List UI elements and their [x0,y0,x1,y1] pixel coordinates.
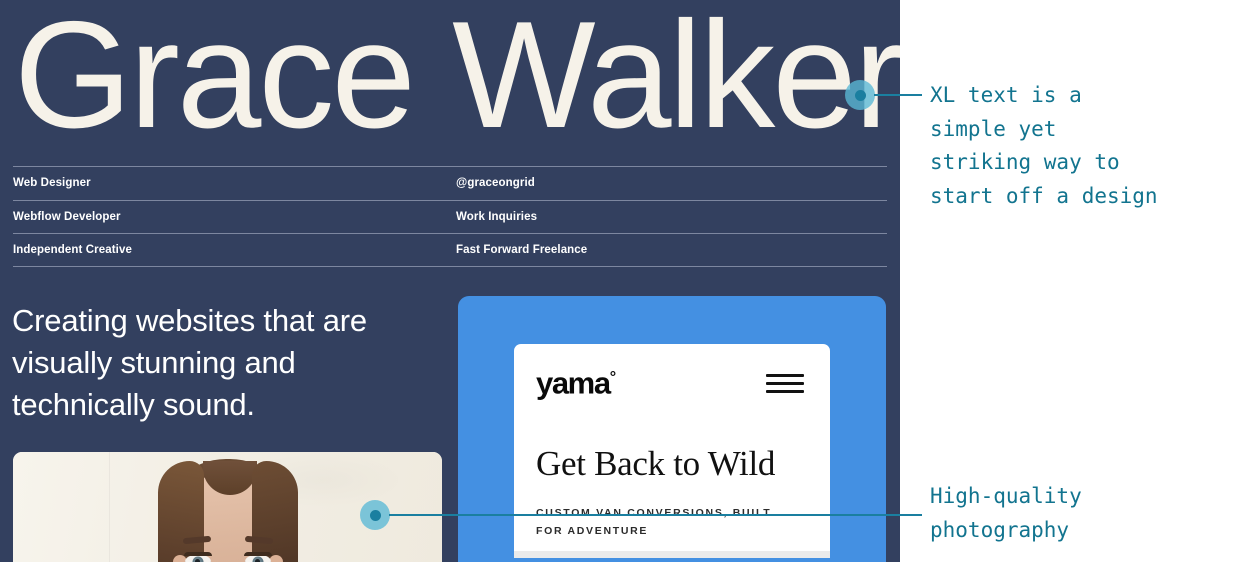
menu-bar-2 [766,382,804,385]
table-row: Independent Creative Fast Forward Freela… [13,233,887,267]
meta-role: Webflow Developer [13,210,121,223]
annotation-label-xl-text: XL text is a simple yet striking way to … [930,83,1158,208]
eye-left [184,555,211,562]
yama-footer-strip [514,551,830,558]
eye-right [244,555,271,562]
yama-logo: yama° [536,362,616,399]
yama-website-mockup: yama° Get Back to Wild CUSTOM VAN CONVER… [514,344,830,558]
iris-right [252,556,263,562]
table-row: Web Designer @graceongrid [13,166,887,200]
meta-table: Web Designer @graceongrid Webflow Develo… [13,166,887,267]
meta-role: Independent Creative [13,243,132,256]
hamburger-menu-icon[interactable] [766,374,804,393]
yama-logo-text: yama [536,365,611,401]
ear-right [268,555,283,562]
yama-headline: Get Back to Wild [536,444,776,483]
annotation-line-photography [389,514,922,516]
hair-left [157,461,204,562]
annotation-label-photography: High-quality photography [930,484,1082,542]
meta-contact: @graceongrid [456,177,535,190]
annotation-line-xl-text [874,94,922,96]
design-preview-panel: Grace Walker Web Designer @graceongrid W… [0,0,900,562]
annotation-dot-photography[interactable] [360,500,390,530]
meta-contact: Fast Forward Freelance [456,243,588,256]
eyelash-left [183,552,212,556]
annotation-dot-xl-text[interactable] [845,80,875,110]
project-card: yama° Get Back to Wild CUSTOM VAN CONVER… [458,296,886,562]
tagline-text: Creating websites that are visually stun… [12,303,367,422]
menu-bar-3 [766,390,804,393]
degree-symbol-icon: ° [609,369,617,386]
menu-bar-1 [766,374,804,377]
iris-left [192,556,203,562]
meta-contact: Work Inquiries [456,210,538,223]
table-row: Webflow Developer Work Inquiries [13,199,887,234]
portrait-head [157,459,298,562]
hair-right [251,461,298,562]
yama-subheading: CUSTOM VAN CONVERSIONS, BUILT FOR ADVENT… [536,507,772,537]
eyelash-right [243,552,272,556]
meta-role: Web Designer [13,177,91,190]
wall-seam [109,452,110,562]
page-title: Grace Walker [14,0,900,160]
